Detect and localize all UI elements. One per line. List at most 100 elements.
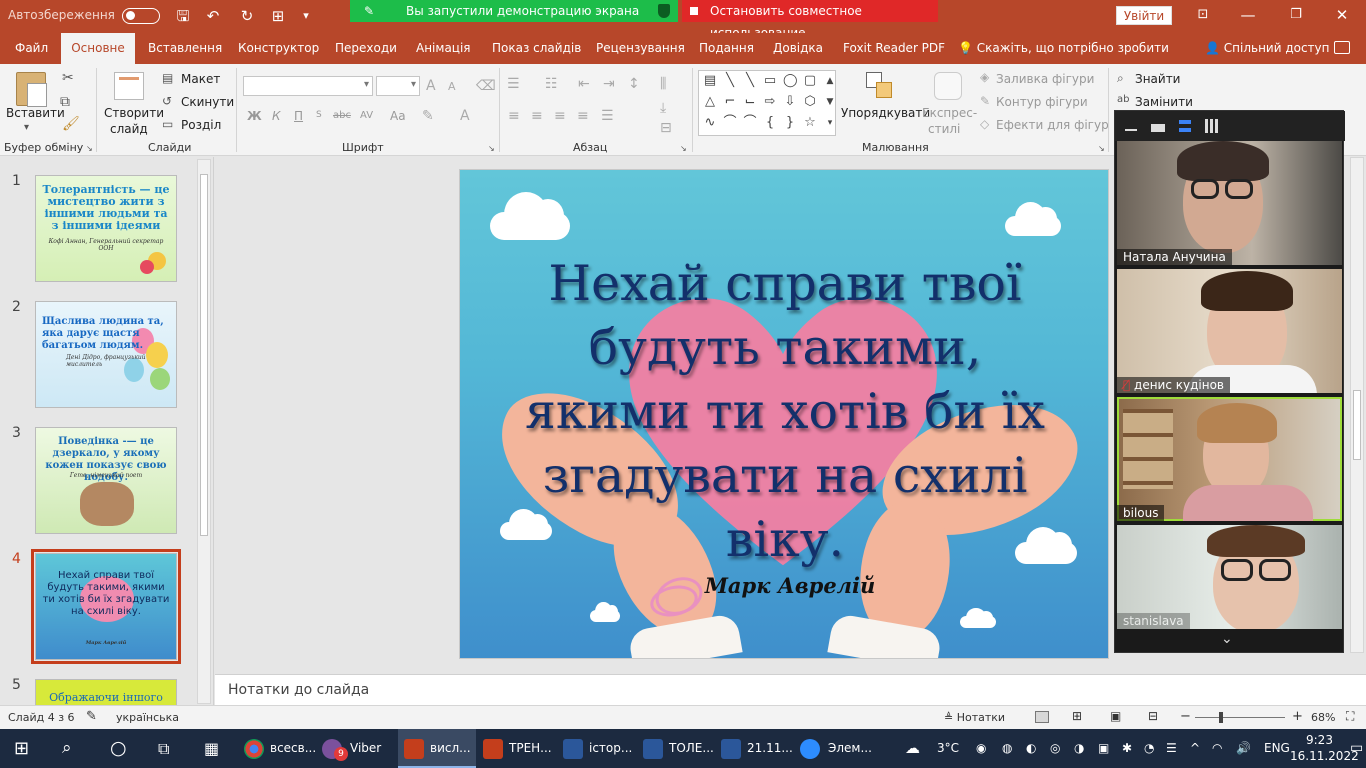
tell-me-search[interactable]: 💡 Скажіть, що потрібно зробити: [958, 33, 1169, 64]
down-arrow-shape-icon[interactable]: ⇩: [783, 95, 797, 109]
tray-zoom-icon[interactable]: ◎: [1050, 729, 1060, 768]
pen-icon[interactable]: ✎: [364, 0, 374, 22]
slide-sorter-icon[interactable]: ⊞: [1072, 709, 1082, 723]
oval-shape-icon[interactable]: ◯: [783, 74, 798, 88]
speaker-view-icon[interactable]: [1179, 120, 1191, 132]
slide-author[interactable]: Марк Аврелій: [690, 573, 890, 598]
tray-viber-icon[interactable]: ◐: [1026, 729, 1036, 768]
tab-view[interactable]: Подання: [699, 33, 754, 64]
tab-slideshow[interactable]: Показ слайдів: [492, 33, 581, 64]
scrollbar-thumb[interactable]: [200, 174, 208, 536]
taskbar-app-chrome[interactable]: всесв...: [270, 729, 316, 768]
participant-tile[interactable]: Натала Анучина: [1117, 141, 1342, 265]
slide-thumbnail-1[interactable]: Толерантність — це мистецтво жити з інши…: [35, 175, 177, 282]
volume-icon[interactable]: 🔊: [1236, 729, 1251, 768]
taskbar-app-powerpoint[interactable]: ТРЕН...: [509, 729, 552, 768]
search-icon[interactable]: ⌕: [62, 729, 72, 768]
paste-button[interactable]: Вставити: [6, 106, 65, 120]
tray-app-icon[interactable]: ◉: [976, 729, 986, 768]
shape-fill-button[interactable]: Заливка фігури: [996, 72, 1094, 86]
tab-file[interactable]: Файл: [15, 33, 48, 64]
freeform-shape-icon[interactable]: ∿: [703, 116, 717, 130]
tab-review[interactable]: Рецензування: [596, 33, 685, 64]
clear-format-icon[interactable]: ⌫: [476, 78, 496, 94]
task-view-icon[interactable]: ⧉: [158, 729, 169, 768]
slide-thumbnail-5[interactable]: Ображаючи іншого: [35, 679, 177, 705]
tray-app-icon[interactable]: ◑: [1074, 729, 1084, 768]
tab-home[interactable]: Основне: [61, 33, 135, 64]
notes-pane[interactable]: Нотатки до слайда: [215, 674, 1366, 705]
line-shape-icon[interactable]: ╲: [723, 74, 737, 88]
format-painter-icon[interactable]: 🖌: [62, 116, 80, 132]
replace-button[interactable]: Замінити: [1135, 95, 1193, 109]
align-center-icon[interactable]: ≡: [531, 108, 543, 124]
cortana-icon[interactable]: ○: [110, 729, 127, 768]
autosave-toggle[interactable]: [122, 8, 160, 24]
spellcheck-icon[interactable]: ✎: [86, 709, 97, 724]
quick-styles-label-1[interactable]: Експрес-: [922, 106, 977, 120]
decrease-indent-icon[interactable]: ⇤: [578, 76, 590, 92]
undo-icon[interactable]: ↶: [203, 6, 223, 26]
section-button[interactable]: Розділ: [181, 118, 221, 132]
rectangle-shape-icon[interactable]: ▭: [763, 74, 777, 88]
tray-bluetooth-icon[interactable]: ✱: [1122, 729, 1132, 768]
taskbar-app-viber[interactable]: Viber: [350, 729, 381, 768]
participant-tile[interactable]: stanislava: [1117, 525, 1342, 629]
slideshow-view-icon[interactable]: ⊟: [1148, 709, 1158, 723]
zoom-in-icon[interactable]: +: [1292, 709, 1303, 724]
comments-icon[interactable]: [1334, 41, 1350, 54]
numbering-icon[interactable]: ☷: [545, 76, 558, 92]
tray-app-icon[interactable]: ▣: [1098, 729, 1109, 768]
signin-button[interactable]: Увійти: [1116, 6, 1172, 25]
zoom-slider-knob[interactable]: [1219, 712, 1223, 723]
slides-scrollbar[interactable]: [197, 159, 211, 704]
curve-shape-icon[interactable]: ⌒: [743, 116, 757, 130]
increase-indent-icon[interactable]: ⇥: [603, 76, 615, 92]
strikethrough-button[interactable]: abc: [333, 110, 351, 121]
slide-title[interactable]: Нехай справи твої будуть такими, якими т…: [500, 252, 1070, 572]
layout-icon[interactable]: ▤: [162, 71, 173, 85]
reset-button[interactable]: Скинути: [181, 95, 234, 109]
chevron-down-icon[interactable]: ⌄: [1221, 631, 1233, 647]
notes-toggle[interactable]: ≜ Нотатки: [944, 711, 1005, 724]
participant-tile[interactable]: 🎙̸ денис кудінов: [1117, 269, 1342, 393]
star-shape-icon[interactable]: ☆: [803, 116, 817, 130]
outline-icon[interactable]: ✎: [980, 94, 990, 108]
triangle-shape-icon[interactable]: △: [703, 95, 717, 109]
elbow-connector-icon[interactable]: ⌐: [723, 95, 737, 109]
redo-icon[interactable]: ↻: [237, 6, 257, 26]
cut-icon[interactable]: ✂: [62, 70, 74, 86]
language-indicator[interactable]: українська: [116, 711, 179, 724]
save-icon[interactable]: 🖫: [173, 6, 193, 26]
wifi-icon[interactable]: ◠: [1212, 729, 1222, 768]
tray-chevron-icon[interactable]: ^: [1190, 729, 1200, 768]
editor-scrollbar[interactable]: [1350, 157, 1364, 653]
layout-button[interactable]: Макет: [181, 72, 220, 86]
tab-animations[interactable]: Анімація: [416, 33, 471, 64]
clipboard-launcher-icon[interactable]: ↘: [86, 144, 93, 153]
minimize-button[interactable]: —: [1236, 4, 1260, 26]
align-left-icon[interactable]: ≡: [508, 108, 520, 124]
share-button[interactable]: 👤 Спільний доступ: [1205, 33, 1330, 64]
decrease-font-icon[interactable]: A: [448, 80, 456, 93]
taskbar-app-word[interactable]: 21.11...: [747, 729, 793, 768]
scrollbar-thumb[interactable]: [1353, 390, 1361, 460]
right-arrow-shape-icon[interactable]: ⇨: [763, 95, 777, 109]
tab-help[interactable]: Довідка: [773, 33, 823, 64]
slide-thumbnail-3[interactable]: Поведінка -— це дзеркало, у якому кожен …: [35, 427, 177, 534]
slide-thumbnail-2[interactable]: Щаслива людина та, яка дарує щастя багат…: [35, 301, 177, 408]
arrange-icon[interactable]: [866, 72, 894, 102]
arc-shape-icon[interactable]: ⌒: [723, 116, 737, 130]
clock-date[interactable]: 16.11.2022: [1290, 737, 1359, 768]
effects-icon[interactable]: ◇: [980, 117, 989, 131]
zoom-out-icon[interactable]: −: [1180, 709, 1191, 724]
notifications-icon[interactable]: ▭: [1350, 729, 1363, 768]
tab-foxit[interactable]: Foxit Reader PDF: [843, 33, 945, 64]
gallery-more-icon[interactable]: ▾: [823, 116, 837, 130]
find-icon[interactable]: ⌕: [1117, 71, 1124, 86]
line-shape-icon[interactable]: ╲: [743, 74, 757, 88]
tab-insert[interactable]: Вставлення: [148, 33, 222, 64]
line-spacing-icon[interactable]: ↕: [628, 76, 640, 92]
elbow-connector-icon[interactable]: ⌙: [743, 95, 757, 109]
char-spacing-button[interactable]: AV: [360, 110, 373, 121]
